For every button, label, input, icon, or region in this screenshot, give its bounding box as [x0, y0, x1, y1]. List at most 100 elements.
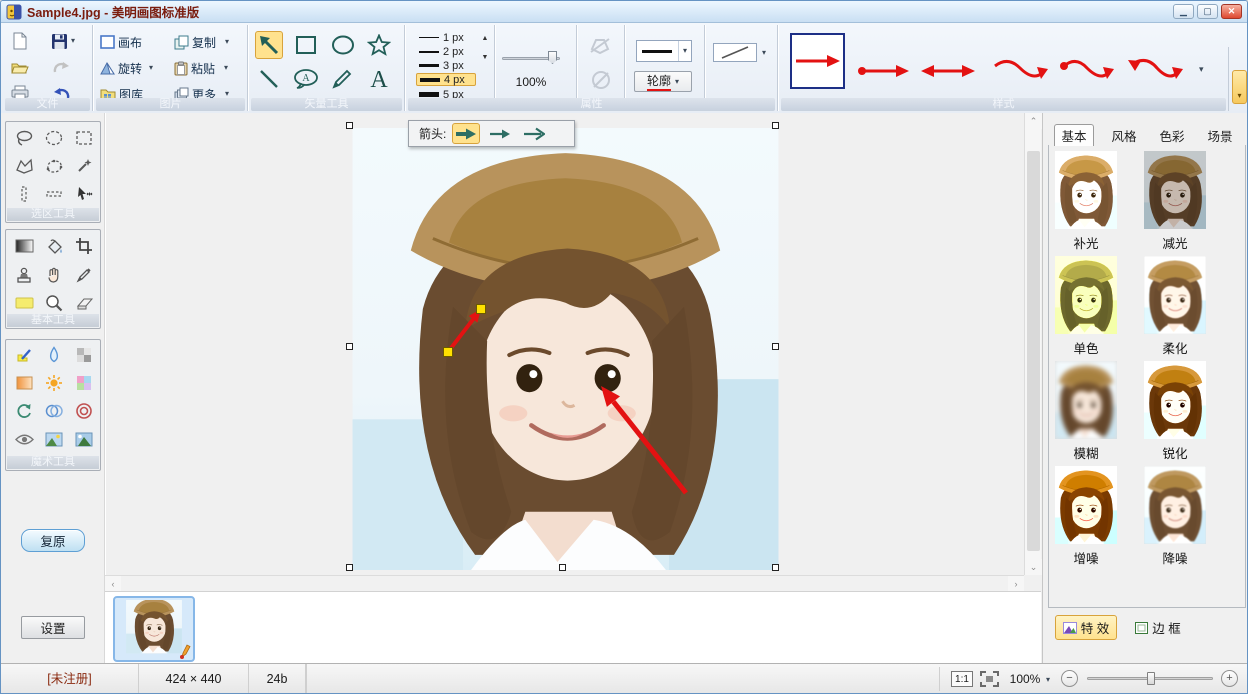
- tab-color[interactable]: 色彩: [1150, 124, 1194, 146]
- row-select-tool[interactable]: [41, 182, 67, 206]
- rectangle-tool[interactable]: [292, 31, 320, 59]
- line-tool[interactable]: [255, 65, 283, 93]
- pen-tool[interactable]: [71, 263, 97, 287]
- image-handle-ml[interactable]: [346, 343, 353, 350]
- settings-button[interactable]: 设置: [21, 616, 85, 639]
- effects-bottom-tab[interactable]: 特 效: [1055, 615, 1117, 640]
- image-handle-tr[interactable]: [772, 122, 779, 129]
- stamp-tool[interactable]: [11, 263, 37, 287]
- text-tool[interactable]: A: [365, 65, 393, 93]
- image-handle-bm[interactable]: [559, 564, 566, 571]
- fill-bucket-tool[interactable]: [41, 234, 67, 258]
- arrow-style-solid[interactable]: [452, 123, 481, 144]
- mosaic-tool[interactable]: [71, 343, 97, 367]
- magic-wand-tool[interactable]: [71, 154, 97, 178]
- hand-tool[interactable]: [41, 263, 67, 287]
- save-button[interactable]: ▾: [51, 31, 75, 51]
- effect-thumb-buguang[interactable]: [1055, 151, 1117, 229]
- paste-dropdown-caret[interactable]: ▾: [224, 64, 228, 72]
- new-button[interactable]: [11, 31, 28, 51]
- copy-dropdown-caret[interactable]: ▾: [225, 38, 229, 46]
- lasso-tool[interactable]: [11, 126, 37, 150]
- style-double-arrow[interactable]: [919, 56, 977, 86]
- rotate-button[interactable]: 旋转 ▾: [100, 58, 153, 78]
- rotate-dropdown-caret[interactable]: ▾: [149, 64, 153, 72]
- rings-tool[interactable]: [71, 399, 97, 423]
- tab-scene[interactable]: 场景: [1198, 124, 1242, 146]
- vertical-scrollbar[interactable]: ⌃ ⌄: [1024, 113, 1042, 575]
- style-straight-arrow-selected[interactable]: [790, 33, 845, 89]
- photo-effect-1-tool[interactable]: [41, 427, 67, 451]
- outline-button[interactable]: 轮廓 ▾: [634, 71, 692, 92]
- eraser-tool[interactable]: [71, 291, 97, 315]
- zoom-tool[interactable]: [41, 291, 67, 315]
- border-bottom-tab[interactable]: 边 框: [1129, 615, 1187, 640]
- effect-thumb-jiangzao[interactable]: [1144, 466, 1206, 544]
- tab-style[interactable]: 风格: [1102, 124, 1146, 146]
- mark-tool[interactable]: [11, 343, 37, 367]
- crop-tool[interactable]: [71, 234, 97, 258]
- line-width-4px-selected[interactable]: 4 px: [416, 73, 476, 86]
- zoom-slider-thumb[interactable]: [1147, 672, 1155, 685]
- style-more-caret[interactable]: ▾: [1199, 65, 1204, 74]
- brightness-tool[interactable]: [41, 371, 67, 395]
- close-button[interactable]: ✕: [1221, 4, 1242, 19]
- arrow-style-thin[interactable]: [486, 123, 514, 144]
- column-select-tool[interactable]: [11, 182, 37, 206]
- image-handle-br[interactable]: [772, 564, 779, 571]
- highlighter-tool[interactable]: [11, 291, 37, 315]
- image-handle-bl[interactable]: [346, 564, 353, 571]
- maximize-button[interactable]: ▢: [1197, 4, 1218, 19]
- pencil-tool[interactable]: [329, 65, 357, 93]
- tone-gradient-tool[interactable]: [11, 371, 37, 395]
- scroll-left-button[interactable]: ‹: [105, 576, 121, 591]
- ellipse-tool[interactable]: [329, 31, 357, 59]
- more-dropdown-caret[interactable]: ▾: [225, 90, 229, 98]
- blend-circles-tool[interactable]: [41, 399, 67, 423]
- open-button[interactable]: [11, 57, 29, 77]
- ellipse-select-tool[interactable]: [41, 126, 67, 150]
- ribbon-expand-button[interactable]: ▾: [1232, 70, 1247, 104]
- effect-thumb-danse[interactable]: [1055, 256, 1117, 334]
- horizontal-scrollbar[interactable]: ‹ ›: [105, 575, 1024, 591]
- scroll-right-button[interactable]: ›: [1008, 576, 1024, 591]
- outline-dropdown-caret[interactable]: ▾: [675, 77, 679, 86]
- effect-thumb-mohu[interactable]: [1055, 361, 1117, 439]
- fill-style-dropdown[interactable]: [713, 43, 757, 62]
- rotate-magic-tool[interactable]: [11, 399, 37, 423]
- callout-tool[interactable]: A: [292, 65, 320, 93]
- style-dot-arrow[interactable]: [855, 56, 913, 86]
- scroll-up-button[interactable]: ⌃: [1025, 113, 1042, 129]
- magnetic-lasso-tool[interactable]: [41, 154, 67, 178]
- restore-button[interactable]: 复原: [21, 529, 85, 552]
- fill-dropdown-caret[interactable]: ▾: [762, 49, 766, 57]
- vertical-scroll-thumb[interactable]: [1027, 151, 1040, 551]
- waterdrop-tool[interactable]: [41, 343, 67, 367]
- opacity-slider-thumb[interactable]: [548, 51, 557, 64]
- style-curved-arrow[interactable]: [992, 56, 1050, 86]
- line-width-1px[interactable]: 1 px: [416, 31, 476, 44]
- open-image-thumbnail[interactable]: [113, 596, 195, 662]
- style-dot-curved-arrow[interactable]: [1058, 56, 1116, 86]
- annotation-endpoint-handle[interactable]: [476, 304, 486, 314]
- zoom-out-button[interactable]: −: [1061, 670, 1078, 687]
- photo-effect-2-tool[interactable]: [71, 427, 97, 451]
- width-spin-up[interactable]: ▲: [479, 34, 491, 44]
- zoom-dropdown-caret[interactable]: ▾: [1046, 676, 1050, 684]
- scroll-down-button[interactable]: ⌄: [1025, 559, 1042, 575]
- style-double-curved-arrow[interactable]: [1126, 56, 1184, 86]
- gradient-tool[interactable]: [11, 234, 37, 258]
- red-eye-tool[interactable]: [11, 427, 37, 451]
- redo-button[interactable]: [53, 57, 70, 77]
- star-tool[interactable]: [365, 31, 393, 59]
- copy-button[interactable]: 复制 ▾: [174, 32, 229, 52]
- arrow-style-open[interactable]: [520, 123, 548, 144]
- move-select-tool[interactable]: [71, 182, 97, 206]
- annotation-arrow-line[interactable]: [611, 400, 688, 495]
- tab-basic[interactable]: 基本: [1054, 124, 1094, 146]
- polygon-lasso-tool[interactable]: [11, 154, 37, 178]
- effect-thumb-zengzao[interactable]: [1055, 466, 1117, 544]
- line-width-2px[interactable]: 2 px: [416, 45, 476, 58]
- effect-thumb-jianguang[interactable]: [1144, 151, 1206, 229]
- save-dropdown-caret[interactable]: ▾: [71, 37, 75, 45]
